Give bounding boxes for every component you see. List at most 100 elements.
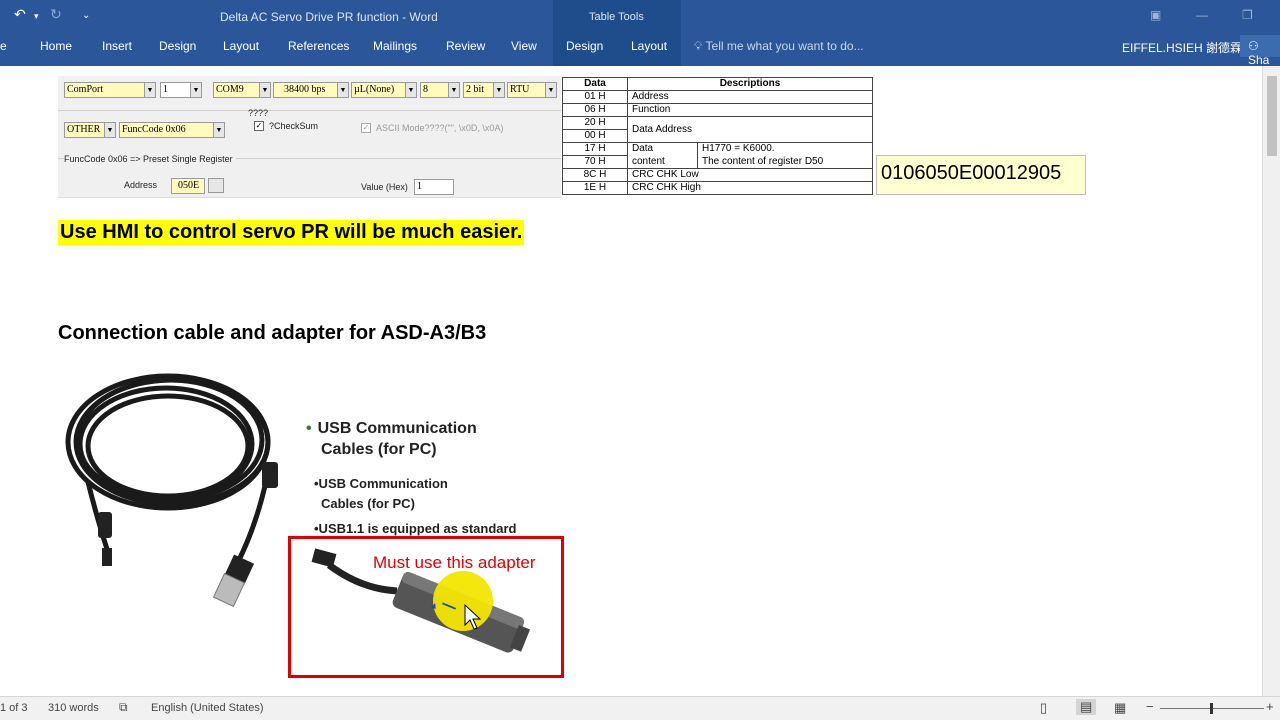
table-cell: CRC CHK High: [627, 181, 873, 195]
table-cell: 01 H: [562, 90, 628, 104]
user-account[interactable]: EIFFEL.HSIEH 謝德霖: [1122, 39, 1242, 56]
serial-tool-panel: ComPort ▼ 1 ▼ COM9 ▼ 38400 bps ▼ µL(None) ▼ 8…: [58, 76, 561, 198]
table-cell: 8C H: [562, 168, 628, 182]
page-count[interactable]: 1 of 3: [0, 702, 28, 714]
zoom-in-icon[interactable]: +: [1266, 699, 1274, 714]
result-value-box: 0106050E00012905: [876, 155, 1086, 195]
minimize-icon[interactable]: —: [1196, 8, 1208, 22]
word-count[interactable]: 310 words: [48, 702, 99, 714]
ribbon-display-icon[interactable]: ▣: [1150, 8, 1161, 22]
parity-select: µL(None) ▼: [351, 82, 417, 98]
checksum-label: ?CheckSum: [269, 121, 319, 131]
redo-icon[interactable]: ↻: [50, 6, 62, 23]
port-number-select: 1 ▼: [160, 82, 202, 98]
share-button[interactable]: ⚇ Sha: [1240, 35, 1280, 67]
undo-dropdown-icon[interactable]: ▾: [34, 11, 39, 22]
cursor-highlight: [433, 571, 493, 631]
tab-insert[interactable]: Insert: [102, 39, 132, 53]
restore-icon[interactable]: ❐: [1242, 8, 1253, 22]
scrollbar-thumb[interactable]: [1267, 76, 1277, 156]
table-cell: Data: [627, 142, 698, 156]
share-person-icon: ⚇: [1248, 39, 1259, 53]
table-cell: 00 H: [562, 129, 628, 143]
table-cell: Function: [627, 103, 873, 117]
table-row: 06 H Function: [562, 103, 873, 117]
table-header-desc: Descriptions: [627, 77, 873, 91]
table-row: 70 H content The content of register D50: [562, 155, 873, 169]
tab-review[interactable]: Review: [446, 39, 485, 53]
read-mode-icon[interactable]: ▯: [1040, 700, 1047, 716]
table-header-data: Data: [562, 77, 628, 91]
mode-select: RTU ▼: [507, 82, 557, 98]
word-window: ↶ ▾ ↻ ⌄ Delta AC Servo Drive PR function…: [0, 0, 1280, 720]
comport-select: ComPort ▼: [64, 82, 156, 98]
table-row: 20 H Data Address: [562, 116, 873, 143]
zoom-slider-thumb[interactable]: [1210, 703, 1213, 714]
ascii-mode-label: ASCII Mode????("", \x0D, \x0A): [376, 123, 504, 133]
language[interactable]: English (United States): [151, 702, 264, 714]
usb-adapter-image: ▲ ▔▔: [311, 548, 531, 653]
tool-divider: [58, 110, 561, 111]
ascii-mode-checkbox: ✓: [361, 123, 371, 133]
web-layout-icon[interactable]: ▦: [1114, 700, 1126, 716]
stopbits-select: 2 bit ▼: [463, 82, 505, 98]
table-cell: 17 H: [562, 142, 628, 156]
func-description: FuncCode 0x06 => Preset Single Register: [64, 154, 236, 164]
value-field: 1: [414, 179, 454, 195]
customize-qat-icon[interactable]: ⌄: [82, 10, 90, 21]
print-layout-icon[interactable]: ▤: [1076, 699, 1097, 715]
checksum-checkbox: ✓: [254, 121, 264, 131]
table-cell: H1770 = K6000.: [697, 142, 873, 156]
address-label: Address: [124, 180, 158, 190]
table-tools-label: Table Tools: [589, 11, 644, 23]
tab-file[interactable]: e: [0, 39, 7, 53]
table-cell: 70 H: [562, 155, 628, 169]
status-bar: 1 of 3 310 words ⧉ English (United State…: [0, 696, 1280, 720]
tab-table-design[interactable]: Design: [566, 39, 603, 53]
table-row: 1E H CRC CHK High: [562, 181, 873, 195]
section-heading: Connection cable and adapter for ASD-A3/…: [58, 322, 487, 344]
zoom-out-icon[interactable]: −: [1146, 699, 1154, 714]
hmi-note: Use HMI to control servo PR will be much…: [58, 220, 525, 245]
table-tools-band: [553, 0, 681, 66]
tab-mailings[interactable]: Mailings: [373, 39, 417, 53]
proofing-icon[interactable]: ⧉: [119, 700, 128, 715]
baud-select: 38400 bps ▼: [273, 82, 349, 98]
ribbon-bar: ↶ ▾ ↻ ⌄ Delta AC Servo Drive PR function…: [0, 0, 1280, 67]
undo-icon[interactable]: ↶: [14, 6, 26, 23]
lightbulb-icon: 💡︎: [694, 39, 706, 53]
table-cell: 20 H: [562, 116, 628, 130]
table-cell: 1E H: [562, 181, 628, 195]
table-cell: Data Address: [627, 116, 873, 143]
other-select: OTHER ▼: [64, 122, 116, 138]
tab-layout[interactable]: Layout: [223, 39, 259, 53]
product-image[interactable]: • USB Communication Cables (for PC) •USB …: [58, 362, 568, 682]
tab-references[interactable]: References: [288, 39, 349, 53]
tab-view[interactable]: View: [511, 39, 537, 53]
vertical-scrollbar[interactable]: [1262, 66, 1280, 696]
address-button: [208, 178, 224, 193]
usb-cable-image: [65, 373, 278, 608]
window-title: Delta AC Servo Drive PR function - Word: [220, 10, 438, 24]
unknown-label: ????: [248, 108, 269, 118]
bullet-dot-icon: •: [306, 420, 312, 437]
data-table[interactable]: Data Descriptions 01 H Address 06 H Func…: [562, 77, 873, 195]
value-label: Value (Hex): [361, 182, 408, 192]
tab-table-layout[interactable]: Layout: [631, 39, 667, 53]
table-cell: content: [627, 155, 698, 169]
table-cell: CRC CHK Low: [627, 168, 873, 182]
tab-home[interactable]: Home: [40, 39, 72, 53]
databits-select: 8 ▼: [420, 82, 460, 98]
table-cell: The content of register D50: [697, 155, 873, 169]
com-select: COM9 ▼: [213, 82, 271, 98]
document-page[interactable]: ComPort ▼ 1 ▼ COM9 ▼ 38400 bps ▼ µL(None) ▼ 8…: [0, 66, 1262, 696]
table-cell: Address: [627, 90, 873, 104]
tab-design[interactable]: Design: [159, 39, 196, 53]
table-row: 01 H Address: [562, 90, 873, 104]
table-row: 17 H Data H1770 = K6000.: [562, 142, 873, 156]
table-row: 8C H CRC CHK Low: [562, 168, 873, 182]
funccode-select: FuncCode 0x06 ▼: [119, 122, 225, 138]
bullet-main: • USB Communication Cables (for PC): [306, 420, 477, 458]
tell-me-search[interactable]: 💡︎ Tell me what you want to do...: [694, 39, 864, 54]
adapter-highlight-box: Must use this adapter ▲ ▔▔: [288, 536, 564, 678]
